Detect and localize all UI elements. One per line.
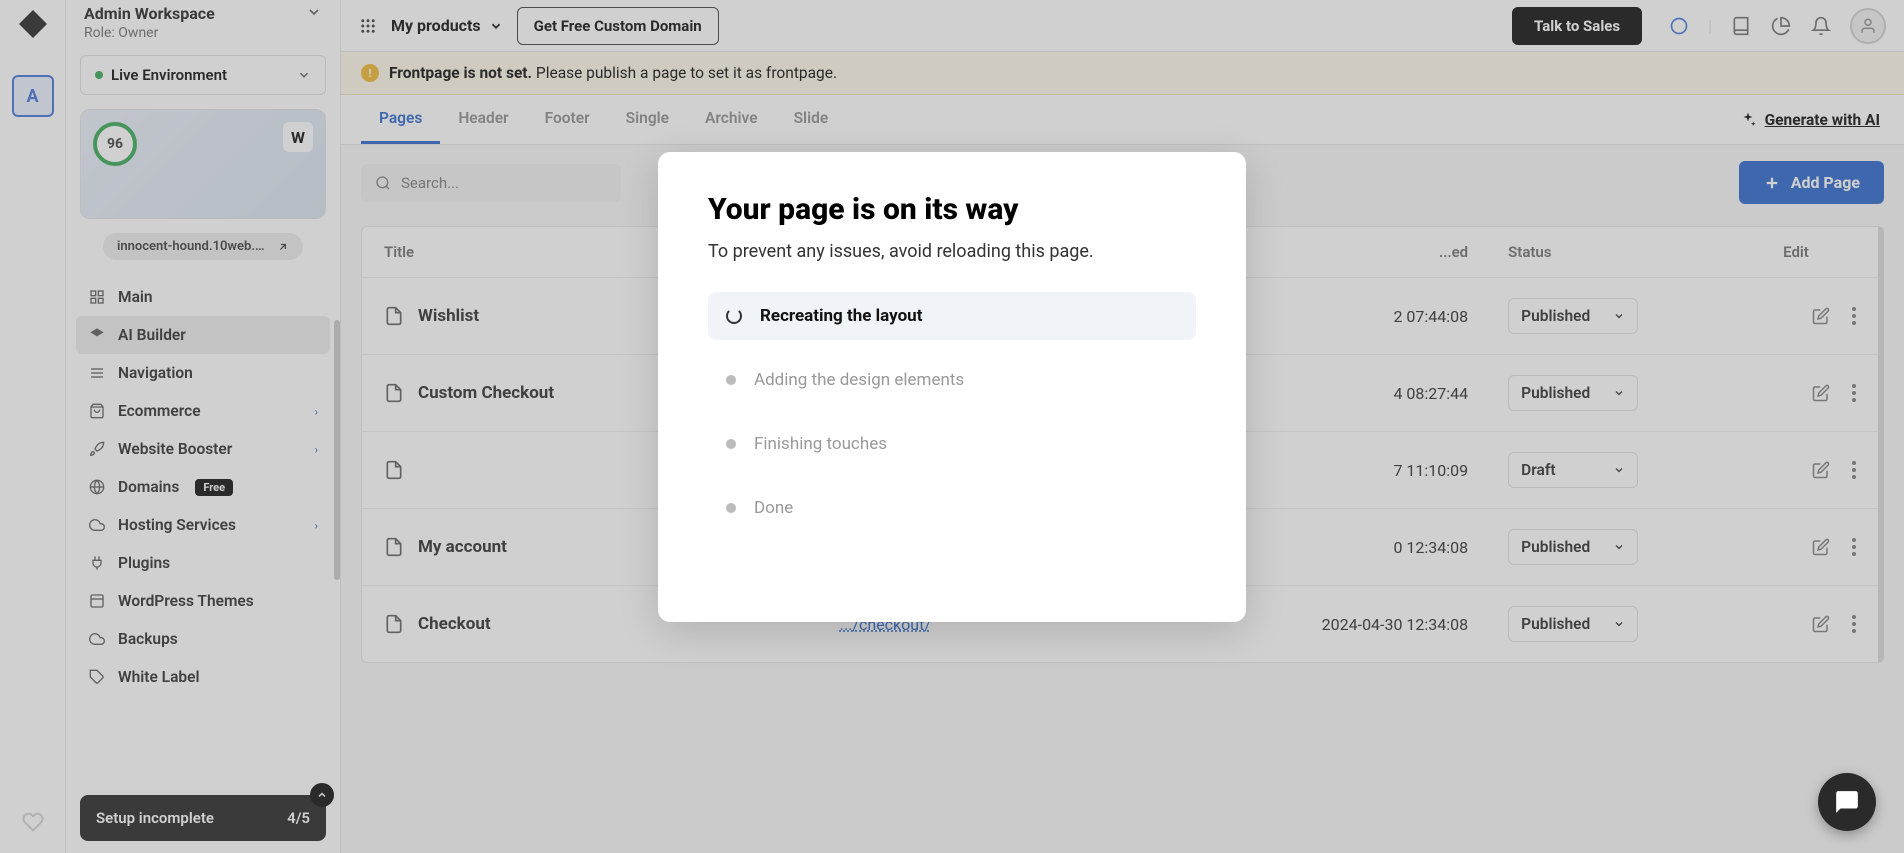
step-recreating-layout: Recreating the layout: [708, 292, 1196, 340]
chat-fab[interactable]: [1818, 773, 1876, 831]
spinner-icon: [726, 308, 742, 324]
chat-icon: [1834, 789, 1860, 815]
step-design-elements: Adding the design elements: [708, 356, 1196, 404]
step-label: Finishing touches: [754, 434, 887, 454]
bullet-icon: [726, 375, 736, 385]
progress-modal: Your page is on its way To prevent any i…: [658, 152, 1246, 622]
modal-title: Your page is on its way: [708, 192, 1196, 227]
bullet-icon: [726, 503, 736, 513]
bullet-icon: [726, 439, 736, 449]
step-label: Adding the design elements: [754, 370, 964, 390]
step-done: Done: [708, 484, 1196, 532]
step-label: Recreating the layout: [760, 306, 922, 326]
modal-subtitle: To prevent any issues, avoid reloading t…: [708, 241, 1196, 262]
step-label: Done: [754, 498, 793, 518]
modal-overlay: Your page is on its way To prevent any i…: [0, 0, 1904, 853]
step-finishing: Finishing touches: [708, 420, 1196, 468]
